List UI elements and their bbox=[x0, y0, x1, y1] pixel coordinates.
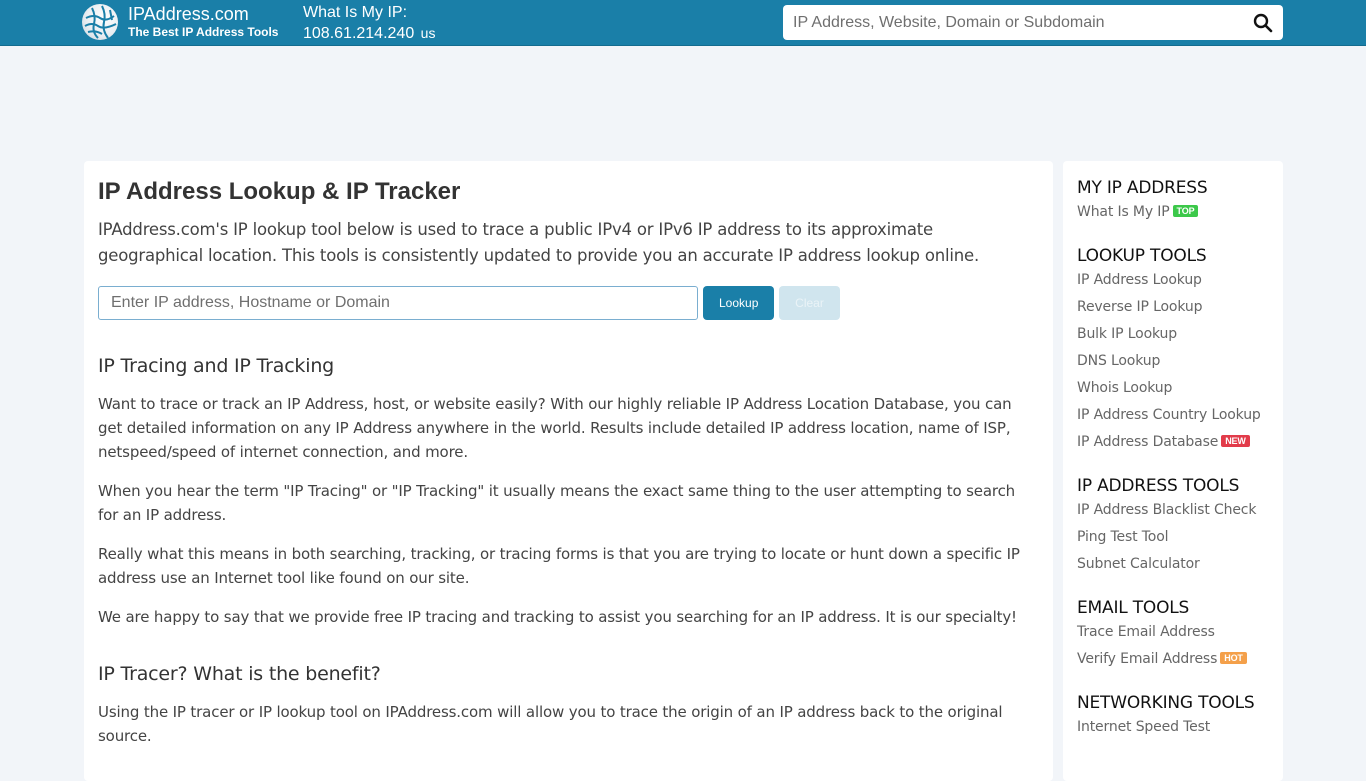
main-content: IP Address Lookup & IP Tracker IPAddress… bbox=[84, 161, 1053, 781]
ip-lookup-input[interactable] bbox=[98, 286, 698, 320]
sidebar-item-bulk-ip-lookup[interactable]: Bulk IP Lookup bbox=[1077, 321, 1269, 348]
paragraph: Want to trace or track an IP Address, ho… bbox=[98, 395, 1012, 461]
sidebar-item-verify-email[interactable]: Verify Email Address HOT bbox=[1077, 646, 1269, 673]
globe-logo-icon bbox=[82, 4, 118, 40]
paragraph: Really what this means in both searching… bbox=[98, 545, 1020, 587]
sidebar-heading: MY IP ADDRESS bbox=[1077, 178, 1208, 198]
sidebar-heading: EMAIL TOOLS bbox=[1077, 598, 1190, 618]
site-header: IPAddress.com The Best IP Address Tools … bbox=[0, 0, 1366, 46]
top-badge: TOP bbox=[1172, 205, 1199, 217]
header-search bbox=[783, 5, 1283, 40]
sidebar-heading: NETWORKING TOOLS bbox=[1077, 693, 1255, 713]
paragraph: We are happy to say that we provide free… bbox=[98, 608, 1017, 626]
paragraph: Using the IP tracer or IP lookup tool on… bbox=[98, 703, 1003, 745]
sidebar-item-whois-lookup[interactable]: Whois Lookup bbox=[1077, 375, 1269, 402]
sidebar-heading: IP ADDRESS TOOLS bbox=[1077, 476, 1240, 496]
sidebar-item-dns-lookup[interactable]: DNS Lookup bbox=[1077, 348, 1269, 375]
my-ip-display: What Is My IP: 108.61.214.240 us bbox=[303, 4, 435, 45]
logo-title: IPAddress.com bbox=[128, 4, 249, 24]
section-heading-ip-tracer-benefit: IP Tracer? What is the benefit? bbox=[98, 663, 381, 685]
sidebar-group-lookup-tools: LOOKUP TOOLS IP Address Lookup Reverse I… bbox=[1077, 245, 1269, 456]
sidebar-item-subnet-calculator[interactable]: Subnet Calculator bbox=[1077, 551, 1269, 578]
sidebar-group-my-ip: MY IP ADDRESS What Is My IP TOP bbox=[1077, 177, 1269, 226]
sidebar-item-blacklist-check[interactable]: IP Address Blacklist Check bbox=[1077, 497, 1269, 524]
lookup-form: Lookup Clear bbox=[98, 286, 1039, 320]
my-ip-label: What Is My IP: bbox=[303, 4, 408, 21]
search-button[interactable] bbox=[1243, 5, 1283, 40]
header-search-input[interactable] bbox=[783, 5, 1243, 40]
page-title: IP Address Lookup & IP Tracker bbox=[98, 178, 461, 205]
sidebar-item-ip-address-lookup[interactable]: IP Address Lookup bbox=[1077, 267, 1269, 294]
site-logo[interactable]: IPAddress.com The Best IP Address Tools bbox=[82, 4, 278, 40]
new-badge: NEW bbox=[1221, 435, 1250, 447]
my-ip-value[interactable]: 108.61.214.240 bbox=[303, 25, 414, 42]
sidebar-item-reverse-ip-lookup[interactable]: Reverse IP Lookup bbox=[1077, 294, 1269, 321]
sidebar-item-trace-email[interactable]: Trace Email Address bbox=[1077, 619, 1269, 646]
my-ip-country: us bbox=[420, 25, 436, 41]
sidebar-item-what-is-my-ip[interactable]: What Is My IP TOP bbox=[1077, 199, 1269, 226]
logo-subtitle: The Best IP Address Tools bbox=[128, 25, 279, 39]
sidebar-item-ip-country-lookup[interactable]: IP Address Country Lookup bbox=[1077, 402, 1269, 429]
sidebar: MY IP ADDRESS What Is My IP TOP LOOKUP TO… bbox=[1063, 161, 1283, 781]
intro-text: IPAddress.com's IP lookup tool below is … bbox=[98, 220, 980, 265]
sidebar-item-ping-test[interactable]: Ping Test Tool bbox=[1077, 524, 1269, 551]
section-heading-ip-tracing: IP Tracing and IP Tracking bbox=[98, 355, 335, 377]
sidebar-item-ip-address-database[interactable]: IP Address Database NEW bbox=[1077, 429, 1269, 456]
paragraph: When you hear the term "IP Tracing" or "… bbox=[98, 482, 1016, 524]
sidebar-group-email-tools: EMAIL TOOLS Trace Email Address Verify E… bbox=[1077, 597, 1269, 673]
sidebar-item-internet-speed-test[interactable]: Internet Speed Test bbox=[1077, 714, 1269, 741]
hot-badge: HOT bbox=[1220, 652, 1247, 664]
clear-button[interactable]: Clear bbox=[779, 286, 840, 320]
lookup-button[interactable]: Lookup bbox=[703, 286, 774, 320]
sidebar-group-networking-tools: NETWORKING TOOLS Internet Speed Test bbox=[1077, 692, 1269, 741]
sidebar-group-ip-address-tools: IP ADDRESS TOOLS IP Address Blacklist Ch… bbox=[1077, 475, 1269, 578]
search-icon bbox=[1253, 13, 1273, 32]
sidebar-heading: LOOKUP TOOLS bbox=[1077, 246, 1207, 266]
